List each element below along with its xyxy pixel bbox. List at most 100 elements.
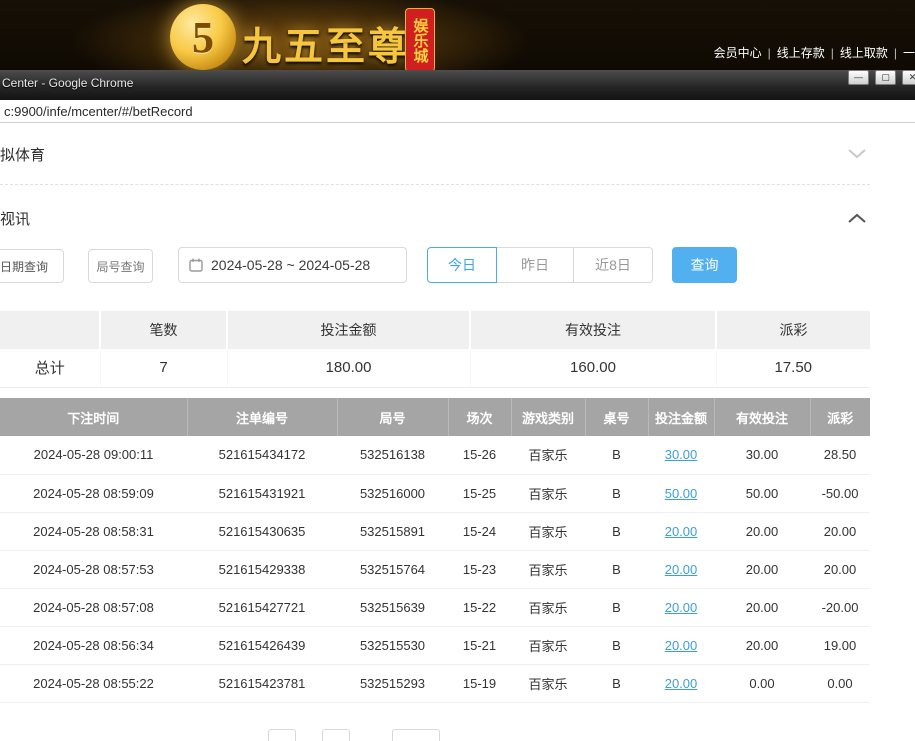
round-query-button[interactable]: 局号查询 bbox=[88, 249, 153, 283]
pagination-button-3[interactable] bbox=[392, 729, 440, 741]
table-no-cell: B bbox=[585, 436, 648, 474]
minimize-button[interactable]: — bbox=[848, 70, 869, 85]
bet-header-table-no: 桌号 bbox=[585, 398, 648, 436]
summary-header-blank bbox=[0, 311, 100, 349]
bet-amount-cell: 30.00 bbox=[648, 436, 714, 474]
bet-header-time: 下注时间 bbox=[0, 398, 187, 436]
bet-amount-cell: 20.00 bbox=[648, 550, 714, 588]
bet-header-round: 局号 bbox=[337, 398, 448, 436]
bet-amount-cell: 20.00 bbox=[648, 588, 714, 626]
bet-amount-link[interactable]: 20.00 bbox=[665, 638, 698, 653]
bet-id-cell: 521615423781 bbox=[187, 664, 337, 702]
bet-amount-cell: 20.00 bbox=[648, 626, 714, 664]
round-no-cell: 532515639 bbox=[337, 588, 448, 626]
bet-record-table: 下注时间 注单编号 局号 场次 游戏类别 桌号 投注金额 有效投注 派彩 202… bbox=[0, 398, 870, 703]
day-filter-group: 今日 昨日 近8日 bbox=[427, 247, 653, 283]
search-button[interactable]: 查询 bbox=[672, 247, 737, 283]
nav-link-partial[interactable]: 一 bbox=[903, 46, 915, 60]
bet-amount-link[interactable]: 30.00 bbox=[665, 447, 698, 462]
bet-time-cell: 2024-05-28 08:59:09 bbox=[0, 474, 187, 512]
bet-header-id: 注单编号 bbox=[187, 398, 337, 436]
date-range-value: 2024-05-28 ~ 2024-05-28 bbox=[211, 257, 370, 273]
browser-address-bar[interactable]: c:9900/infe/mcenter/#/betRecord bbox=[0, 100, 915, 123]
bet-row: 2024-05-28 08:56:34521615426439532515530… bbox=[0, 626, 870, 664]
section-video[interactable]: 视讯 bbox=[0, 208, 30, 229]
game-type-cell: 百家乐 bbox=[511, 664, 585, 702]
payout-cell: -20.00 bbox=[810, 588, 870, 626]
session-cell: 15-24 bbox=[448, 512, 511, 550]
chevron-up-icon[interactable] bbox=[848, 210, 866, 228]
bet-id-cell: 521615426439 bbox=[187, 626, 337, 664]
summary-total-count: 7 bbox=[100, 349, 227, 387]
summary-table-head: 笔数 投注金额 有效投注 派彩 bbox=[0, 311, 870, 349]
date-range-input[interactable]: 2024-05-28 ~ 2024-05-28 bbox=[178, 247, 407, 283]
session-cell: 15-22 bbox=[448, 588, 511, 626]
window-controls: — ▢ ✕ bbox=[848, 70, 915, 85]
bet-row: 2024-05-28 08:55:22521615423781532515293… bbox=[0, 664, 870, 702]
bet-table-body: 2024-05-28 09:00:11521615434172532516138… bbox=[0, 436, 870, 702]
round-no-cell: 532515891 bbox=[337, 512, 448, 550]
round-no-cell: 532515764 bbox=[337, 550, 448, 588]
bet-header-valid: 有效投注 bbox=[714, 398, 810, 436]
today-button[interactable]: 今日 bbox=[427, 247, 497, 283]
bet-header-payout: 派彩 bbox=[810, 398, 870, 436]
bet-id-cell: 521615430635 bbox=[187, 512, 337, 550]
table-no-cell: B bbox=[585, 512, 648, 550]
nav-link-member-center[interactable]: 会员中心 bbox=[714, 46, 762, 60]
bet-amount-link[interactable]: 20.00 bbox=[665, 524, 698, 539]
pagination-button-2[interactable] bbox=[322, 729, 350, 741]
game-type-cell: 百家乐 bbox=[511, 474, 585, 512]
bet-row: 2024-05-28 08:59:09521615431921532516000… bbox=[0, 474, 870, 512]
summary-header-count: 笔数 bbox=[100, 311, 227, 349]
bet-amount-link[interactable]: 50.00 bbox=[665, 486, 698, 501]
coin-digit: 5 bbox=[192, 12, 214, 63]
table-no-cell: B bbox=[585, 588, 648, 626]
bet-table-head: 下注时间 注单编号 局号 场次 游戏类别 桌号 投注金额 有效投注 派彩 bbox=[0, 398, 870, 436]
brand-coin-icon: 5 bbox=[170, 4, 236, 70]
session-cell: 15-25 bbox=[448, 474, 511, 512]
last-8-days-button[interactable]: 近8日 bbox=[573, 247, 653, 283]
brand-badge: 娱乐城 bbox=[405, 8, 435, 72]
nav-link-withdraw[interactable]: 线上取款 bbox=[840, 46, 888, 60]
maximize-button[interactable]: ▢ bbox=[875, 70, 896, 85]
summary-table: 笔数 投注金额 有效投注 派彩 总计 7 180.00 160.00 17.50 bbox=[0, 311, 870, 388]
window-title: Center - Google Chrome bbox=[2, 76, 133, 90]
pagination-button-1[interactable] bbox=[268, 729, 296, 741]
browser-titlebar: Center - Google Chrome — ▢ ✕ bbox=[0, 70, 915, 100]
game-type-cell: 百家乐 bbox=[511, 512, 585, 550]
nav-link-deposit[interactable]: 线上存款 bbox=[777, 46, 825, 60]
valid-bet-cell: 30.00 bbox=[714, 436, 810, 474]
summary-total-bet-amount: 180.00 bbox=[227, 349, 470, 387]
bet-time-cell: 2024-05-28 08:56:34 bbox=[0, 626, 187, 664]
bet-amount-link[interactable]: 20.00 bbox=[665, 600, 698, 615]
game-type-cell: 百家乐 bbox=[511, 436, 585, 474]
bet-amount-link[interactable]: 20.00 bbox=[665, 676, 698, 691]
session-cell: 15-26 bbox=[448, 436, 511, 474]
date-query-button[interactable]: 日期查询 bbox=[0, 249, 64, 283]
session-cell: 15-19 bbox=[448, 664, 511, 702]
nav-separator: | bbox=[831, 46, 834, 60]
chevron-down-icon[interactable] bbox=[848, 146, 866, 164]
bet-header-game-type: 游戏类别 bbox=[511, 398, 585, 436]
summary-total-valid-bet: 160.00 bbox=[470, 349, 716, 387]
bet-amount-link[interactable]: 20.00 bbox=[665, 562, 698, 577]
summary-total-row: 总计 7 180.00 160.00 17.50 bbox=[0, 349, 870, 387]
bet-time-cell: 2024-05-28 08:57:08 bbox=[0, 588, 187, 626]
table-no-cell: B bbox=[585, 474, 648, 512]
bet-time-cell: 2024-05-28 09:00:11 bbox=[0, 436, 187, 474]
nav-separator: | bbox=[894, 46, 897, 60]
url-text: c:9900/infe/mcenter/#/betRecord bbox=[4, 104, 193, 119]
section-sports[interactable]: 拟体育 bbox=[0, 144, 45, 165]
table-no-cell: B bbox=[585, 550, 648, 588]
game-type-cell: 百家乐 bbox=[511, 626, 585, 664]
close-button[interactable]: ✕ bbox=[902, 70, 915, 85]
bet-time-cell: 2024-05-28 08:58:31 bbox=[0, 512, 187, 550]
bet-id-cell: 521615431921 bbox=[187, 474, 337, 512]
game-type-cell: 百家乐 bbox=[511, 588, 585, 626]
summary-total-payout: 17.50 bbox=[716, 349, 870, 387]
bet-id-cell: 521615429338 bbox=[187, 550, 337, 588]
payout-cell: 19.00 bbox=[810, 626, 870, 664]
valid-bet-cell: 0.00 bbox=[714, 664, 810, 702]
yesterday-button[interactable]: 昨日 bbox=[496, 247, 574, 283]
summary-header-payout: 派彩 bbox=[716, 311, 870, 349]
